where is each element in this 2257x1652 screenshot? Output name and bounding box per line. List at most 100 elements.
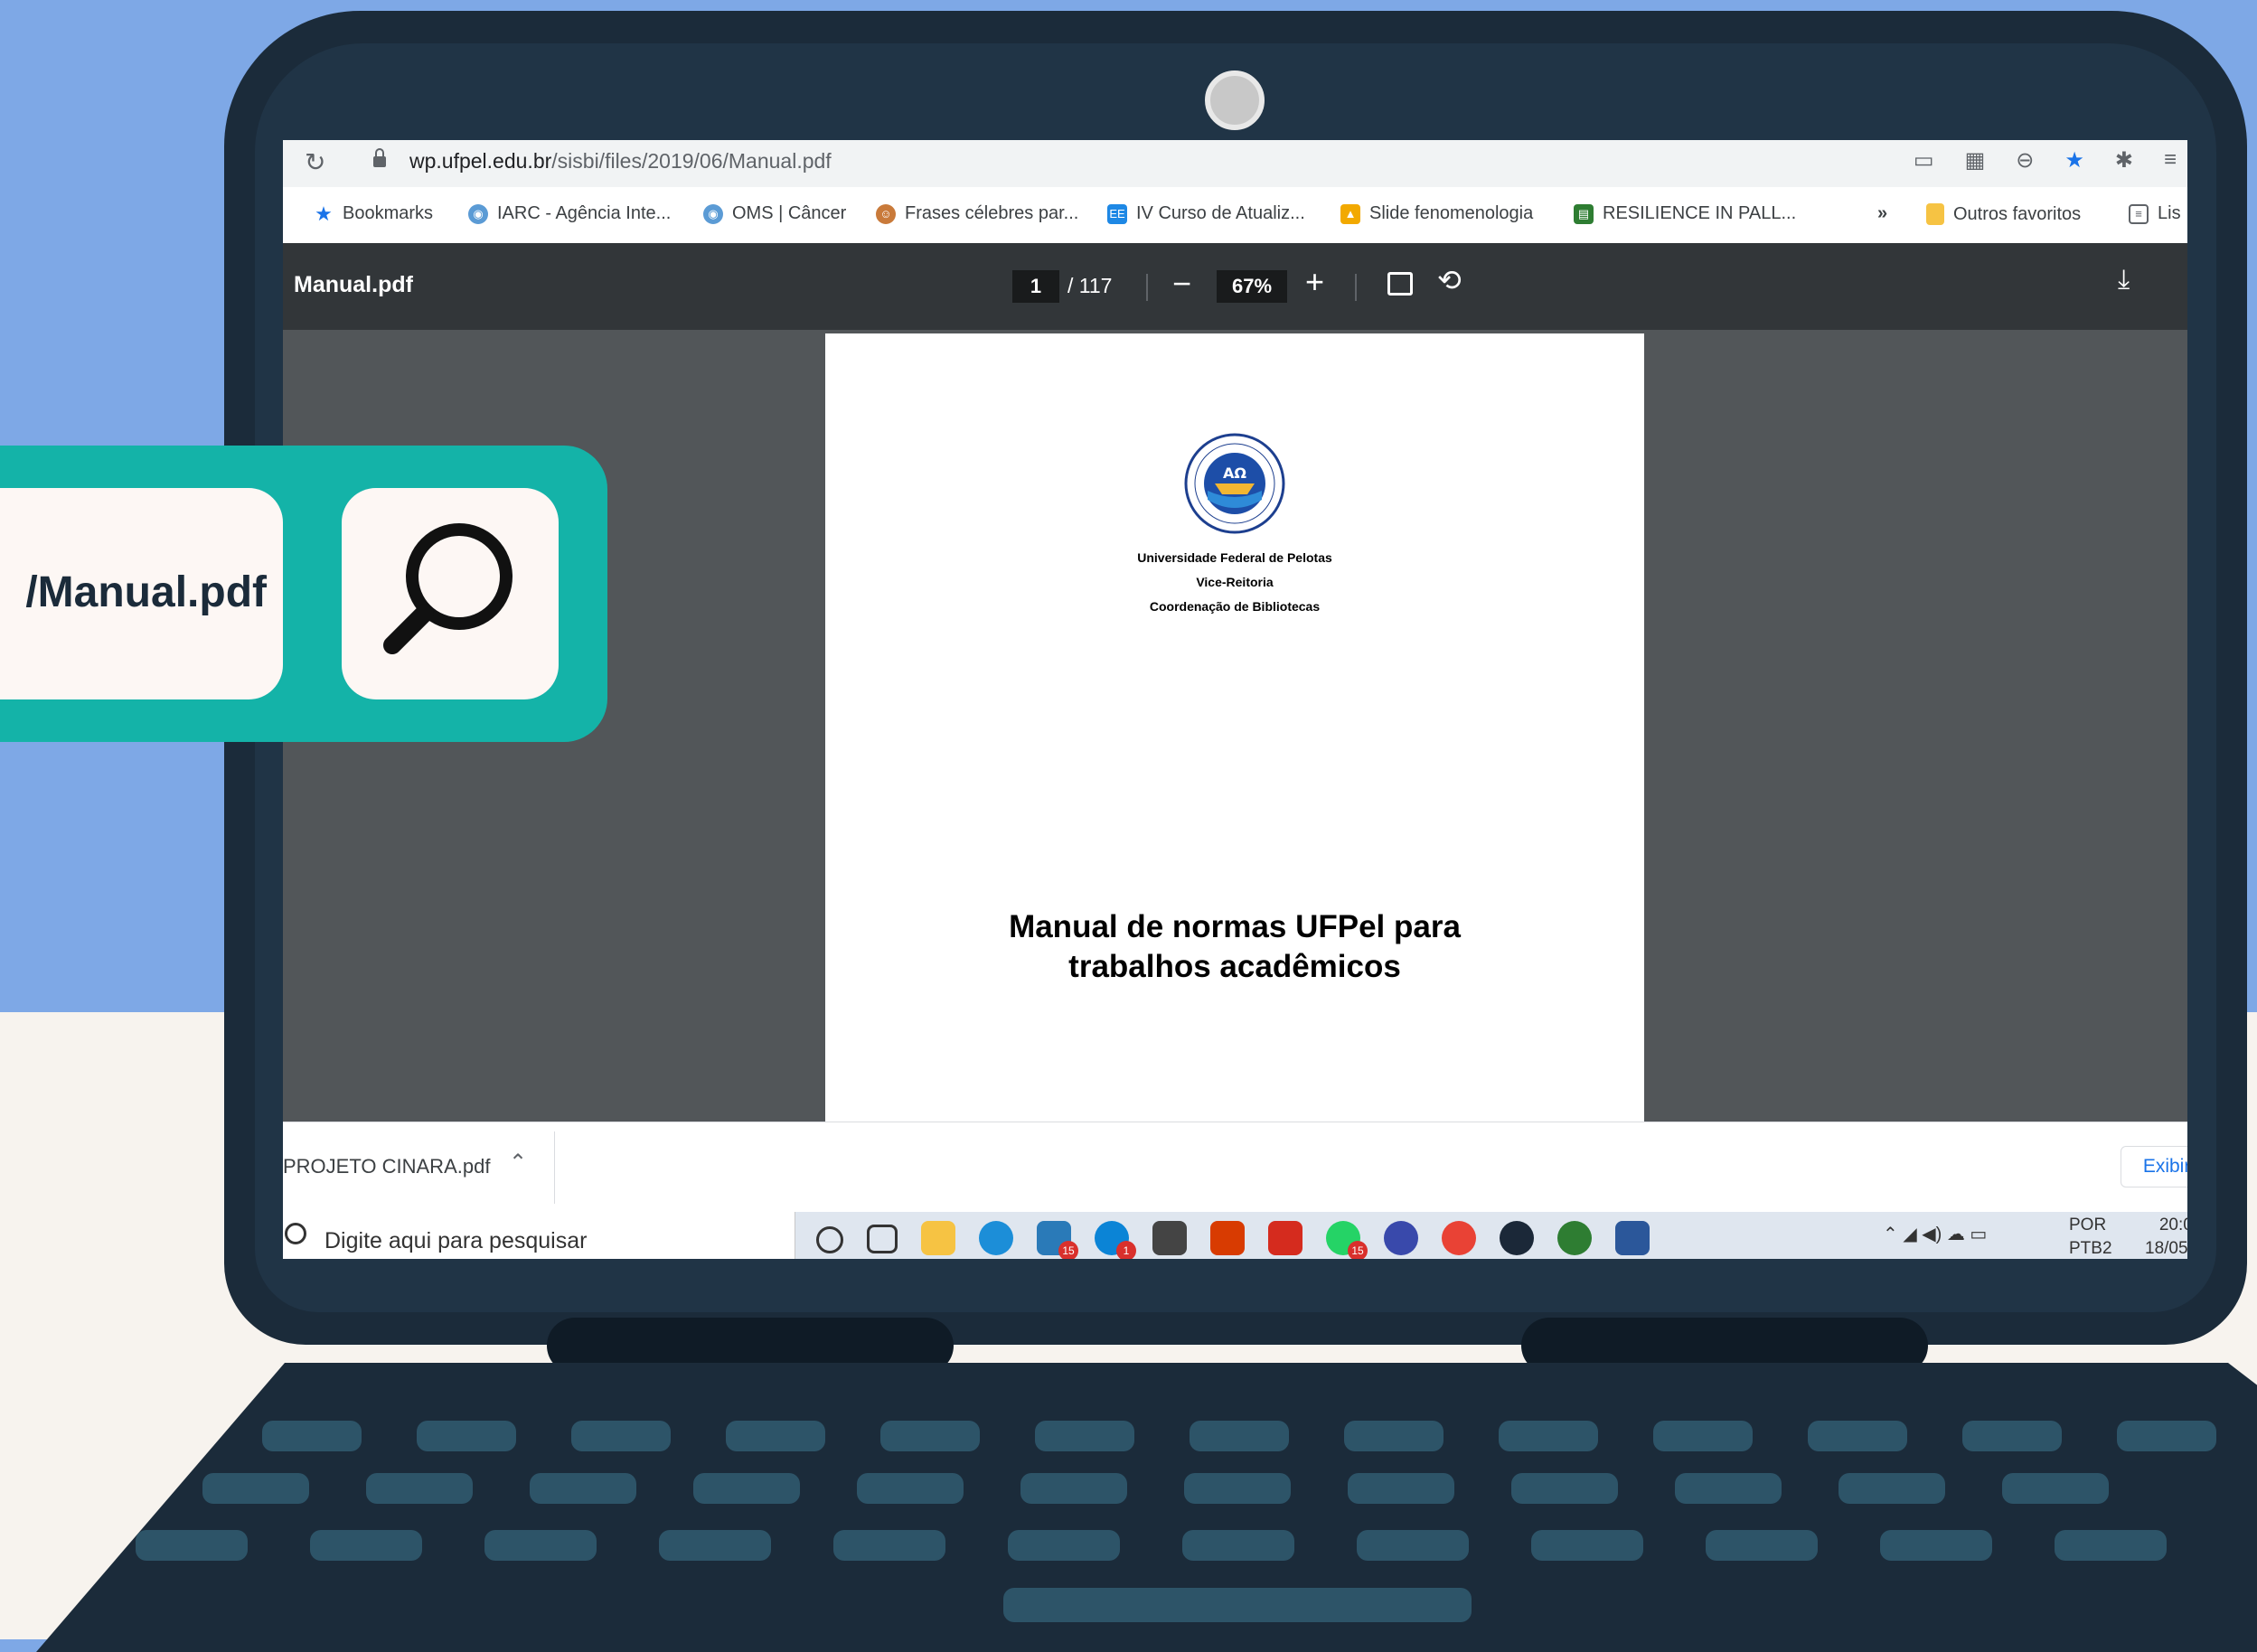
keyboard-key <box>2117 1421 2216 1451</box>
task-view-icon[interactable] <box>867 1225 898 1253</box>
word-icon[interactable] <box>1615 1221 1650 1255</box>
system-tray-icons[interactable]: ⌃ ◢ ◀) ☁ ▭ <box>1883 1223 1987 1245</box>
keyboard-key <box>1348 1473 1454 1504</box>
keyboard-key <box>2055 1530 2167 1561</box>
bookmark-item[interactable]: EE IV Curso de Atualiz... <box>1107 203 1305 224</box>
page-total: / 117 <box>1067 274 1113 297</box>
app-icon[interactable] <box>1557 1221 1592 1255</box>
keyboard-key <box>1182 1530 1294 1561</box>
keyboard-key <box>1020 1473 1127 1504</box>
keyboard-key <box>857 1473 964 1504</box>
pdf-page: AΩ Universidade Federal de Pelotas Vice-… <box>825 333 1644 1259</box>
rotate-icon[interactable]: ⟲ <box>1437 263 1462 297</box>
reading-list-button[interactable]: ≡ Lis <box>2129 203 2181 224</box>
pdf-toolbar: Manual.pdf 1 / 117 − 67% + ⟲ ⤓ <box>283 243 2187 330</box>
search-widget-field[interactable]: /Manual.pdf <box>0 488 283 699</box>
cortana-icon[interactable] <box>816 1226 843 1253</box>
keyboard-key <box>1190 1421 1289 1451</box>
keyboard-key <box>1675 1473 1782 1504</box>
whatsapp-icon[interactable]: 15 <box>1326 1221 1368 1259</box>
keyboard-key <box>1344 1421 1444 1451</box>
chrome-icon[interactable] <box>1442 1221 1476 1255</box>
keyboard-key <box>693 1473 800 1504</box>
search-icon <box>285 1223 306 1244</box>
clock-time: 20:04 <box>2158 1216 2187 1234</box>
magnifier-icon <box>383 523 513 654</box>
bookmark-item[interactable]: ★ Bookmarks <box>314 203 433 224</box>
media-icon[interactable]: ≡ <box>2164 147 2177 174</box>
search-widget-button[interactable] <box>342 488 559 699</box>
institution-name: Universidade Federal de Pelotas <box>1137 550 1332 565</box>
clock[interactable]: 20:04 18/05/2 <box>2145 1214 2187 1259</box>
keyboard-key <box>1357 1530 1469 1561</box>
book-icon: ▤ <box>1574 203 1594 224</box>
zoom-level-input[interactable]: 67% <box>1217 270 1287 303</box>
edge-icon[interactable] <box>979 1221 1013 1255</box>
keyboard-key <box>1511 1473 1618 1504</box>
file-explorer-icon[interactable] <box>921 1221 955 1255</box>
keyboard-key <box>202 1473 309 1504</box>
fit-page-icon[interactable] <box>1387 272 1413 296</box>
keyboard-key <box>1008 1530 1120 1561</box>
steam-icon[interactable] <box>1500 1221 1534 1255</box>
bookmark-item[interactable]: ☺ Frases célebres par... <box>876 203 1078 224</box>
keyboard-layout: PTB2 <box>2069 1239 2112 1258</box>
face-icon: ☺ <box>876 203 896 224</box>
zoom-out-button[interactable]: − <box>1172 265 1191 303</box>
bookmark-item[interactable]: ◉ OMS | Câncer <box>703 203 846 224</box>
star-icon: ★ <box>315 202 333 225</box>
qt-icon[interactable] <box>1384 1221 1418 1255</box>
search-widget: /Manual.pdf <box>0 446 607 742</box>
zoom-in-button[interactable]: + <box>1305 263 1324 301</box>
office-icon[interactable] <box>1210 1221 1245 1255</box>
title-line-1: Manual de normas UFPel para <box>1009 909 1461 944</box>
keyboard-key <box>1531 1530 1643 1561</box>
language-indicator[interactable]: POR PTB2 <box>2069 1214 2112 1259</box>
reading-list-icon: ≡ <box>2129 203 2149 224</box>
download-bar: PROJETO CINARA.pdf ⌃ Exibir t <box>283 1122 2187 1213</box>
keyboard-key <box>484 1530 597 1561</box>
qr-code-icon[interactable]: ▦ <box>1965 147 1986 174</box>
bookmarks-bar: ★ Bookmarks ◉ IARC - Agência Inte... ◉ OMS … <box>283 187 2187 244</box>
bookmark-item[interactable]: ◉ IARC - Agência Inte... <box>468 203 671 224</box>
more-bookmarks-button[interactable]: » <box>1877 203 1887 224</box>
mail-icon[interactable]: 15 <box>1037 1221 1078 1259</box>
title-line-2: trabalhos acadêmicos <box>1068 949 1401 984</box>
show-all-downloads-button[interactable]: Exibir t <box>2120 1146 2187 1187</box>
search-widget-text: /Manual.pdf <box>25 568 267 616</box>
page-number-input[interactable]: 1 <box>1012 270 1059 303</box>
toolbar-divider <box>1146 274 1148 301</box>
store-icon[interactable] <box>1152 1221 1187 1255</box>
keyboard-key <box>530 1473 636 1504</box>
bookmark-star-icon[interactable]: ★ <box>2064 147 2084 174</box>
keyboard-key <box>1808 1421 1907 1451</box>
acrobat-icon[interactable] <box>1268 1221 1302 1255</box>
address-bar-actions: ▭ ▦ ⊖ ★ ✱ ≡ <box>1914 147 2177 174</box>
skype-icon[interactable]: 1 <box>1095 1221 1136 1259</box>
keyboard-key <box>366 1473 473 1504</box>
keyboard-key <box>1184 1473 1291 1504</box>
download-divider <box>554 1131 555 1204</box>
department-name: Vice-Reitoria <box>1196 575 1274 589</box>
keyboard-key <box>1839 1473 1945 1504</box>
keyboard-key <box>262 1421 362 1451</box>
clock-date: 18/05/2 <box>2145 1239 2187 1258</box>
download-item[interactable]: PROJETO CINARA.pdf <box>283 1155 490 1178</box>
cast-icon[interactable]: ▭ <box>1914 147 1934 174</box>
keyboard-key <box>833 1530 945 1561</box>
reload-icon[interactable]: ↻ <box>305 147 325 177</box>
extensions-icon[interactable]: ✱ <box>2115 147 2133 174</box>
download-icon[interactable]: ⤓ <box>2118 265 2130 296</box>
unit-name: Coordenação de Bibliotecas <box>1149 599 1321 614</box>
bookmark-item[interactable]: ▲ Slide fenomenologia <box>1340 203 1533 224</box>
keyboard-key <box>1499 1421 1598 1451</box>
taskbar-search[interactable]: Digite aqui para pesquisar <box>283 1212 795 1259</box>
bookmark-item[interactable]: ▤ RESILIENCE IN PALL... <box>1574 203 1796 224</box>
other-favorites-folder[interactable]: Outros favoritos <box>1926 203 2081 225</box>
chevron-up-icon[interactable]: ⌃ <box>509 1150 527 1176</box>
globe-icon: ◉ <box>468 203 488 224</box>
language-code: POR <box>2069 1216 2107 1234</box>
url-field[interactable]: wp.ufpel.edu.br/sisbi/files/2019/06/Manu… <box>409 149 832 174</box>
lock-icon[interactable] <box>373 148 386 167</box>
zoom-icon[interactable]: ⊖ <box>2016 147 2034 174</box>
